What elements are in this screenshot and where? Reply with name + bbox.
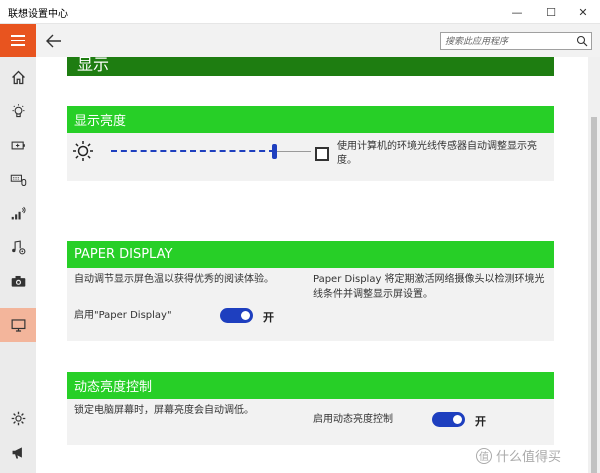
paper-display-card-title: PAPER DISPLAY xyxy=(67,241,554,268)
paper-display-card: PAPER DISPLAY 自动调节显示屏色温以获得优秀的阅读体验。 Paper… xyxy=(67,241,554,341)
hamburger-icon-line xyxy=(11,44,25,46)
brightness-card-body: 使用计算机的环境光线传感器自动调整显示亮度。 xyxy=(67,133,554,181)
dynamic-brightness-toggle[interactable] xyxy=(432,412,465,427)
sidebar-item-settings[interactable] xyxy=(0,401,36,435)
gear-icon xyxy=(11,411,25,425)
auto-brightness-label: 使用计算机的环境光线传感器自动调整显示亮度。 xyxy=(337,141,537,166)
monitor-icon xyxy=(11,318,25,332)
hamburger-menu-button[interactable] xyxy=(0,24,36,57)
brightness-card: 显示亮度 使用计算机的环境光线传感器自动调整显示亮度。 xyxy=(67,106,554,181)
sidebar-item-audio[interactable] xyxy=(0,230,36,264)
title-bar: 联想设置中心 — ☐ ✕ xyxy=(0,0,600,24)
back-arrow-icon[interactable] xyxy=(44,31,64,51)
main-content: 显示 显示亮度 使用计算机的环境光线传感器自动调整显示亮度。 PAPER DIS… xyxy=(36,57,586,473)
paper-display-toggle[interactable] xyxy=(220,308,253,323)
minimize-button[interactable]: — xyxy=(500,0,534,24)
toggle-knob xyxy=(453,415,462,424)
scrollbar-thumb[interactable] xyxy=(591,117,597,473)
maximize-icon: ☐ xyxy=(546,5,556,19)
hamburger-icon xyxy=(11,35,25,37)
close-button[interactable]: ✕ xyxy=(566,0,600,24)
search-input[interactable] xyxy=(445,35,565,48)
brightness-card-title: 显示亮度 xyxy=(67,106,554,133)
search-box[interactable] xyxy=(440,32,592,50)
dynamic-brightness-card-body: 锁定电脑屏幕时，屏幕亮度会自动调低。 启用动态亮度控制 开 xyxy=(67,399,554,445)
toolbar xyxy=(36,24,600,57)
sidebar-item-camera[interactable] xyxy=(0,264,36,298)
brightness-slider-rest xyxy=(277,151,311,152)
watermark: 值 什么值得买 xyxy=(476,446,561,465)
paper-display-toggle-label: 启用"Paper Display" xyxy=(74,310,172,321)
camera-icon xyxy=(11,275,25,287)
sidebar-item-feedback[interactable] xyxy=(0,435,36,469)
paper-display-card-body: 自动调节显示屏色温以获得优秀的阅读体验。 Paper Display 将定期激活… xyxy=(67,268,554,341)
network-signal-icon xyxy=(11,206,26,219)
close-icon: ✕ xyxy=(578,5,588,19)
toggle-knob xyxy=(241,311,250,320)
brightness-slider[interactable] xyxy=(111,144,311,159)
home-icon xyxy=(11,70,25,84)
brightness-slider-thumb[interactable] xyxy=(272,144,277,159)
sidebar-item-input[interactable] xyxy=(0,162,36,196)
watermark-text: 什么值得买 xyxy=(496,450,562,465)
keyboard-mouse-icon xyxy=(10,174,26,186)
music-settings-icon xyxy=(11,239,25,254)
sidebar-item-power[interactable] xyxy=(0,94,36,128)
dynamic-brightness-toggle-label: 启用动态亮度控制 xyxy=(313,414,393,425)
dynamic-brightness-toggle-state: 开 xyxy=(475,415,486,428)
section-title: 显示 xyxy=(77,57,110,74)
sidebar xyxy=(0,24,36,473)
search-icon[interactable] xyxy=(576,35,588,47)
paper-display-description: 自动调节显示屏色温以获得优秀的阅读体验。 xyxy=(74,274,274,285)
maximize-button[interactable]: ☐ xyxy=(534,0,568,24)
sidebar-item-display[interactable] xyxy=(0,308,36,342)
lightbulb-icon xyxy=(12,103,24,117)
dynamic-brightness-description: 锁定电脑屏幕时，屏幕亮度会自动调低。 xyxy=(74,405,254,416)
battery-icon xyxy=(11,141,25,149)
paper-display-toggle-state: 开 xyxy=(263,311,274,324)
paper-display-webcam-note: Paper Display 将定期激活网络摄像头以检测环境光线条件并调整显示屏设… xyxy=(313,274,545,300)
brightness-slider-fill xyxy=(111,150,275,152)
dynamic-brightness-card-title: 动态亮度控制 xyxy=(67,372,554,399)
sun-brightness-icon xyxy=(73,141,93,161)
sidebar-item-battery[interactable] xyxy=(0,128,36,162)
megaphone-icon xyxy=(12,446,22,458)
hamburger-icon-line xyxy=(11,39,25,42)
minimize-icon: — xyxy=(511,5,523,19)
sidebar-item-home[interactable] xyxy=(0,60,36,94)
auto-brightness-checkbox[interactable] xyxy=(315,147,329,161)
vertical-scrollbar[interactable] xyxy=(588,57,600,473)
watermark-logo-icon: 值 xyxy=(476,447,492,464)
section-header-display: 显示 xyxy=(67,57,554,76)
dynamic-brightness-card: 动态亮度控制 锁定电脑屏幕时，屏幕亮度会自动调低。 启用动态亮度控制 开 xyxy=(67,372,554,445)
window-title: 联想设置中心 xyxy=(8,9,68,20)
sidebar-item-network[interactable] xyxy=(0,196,36,230)
